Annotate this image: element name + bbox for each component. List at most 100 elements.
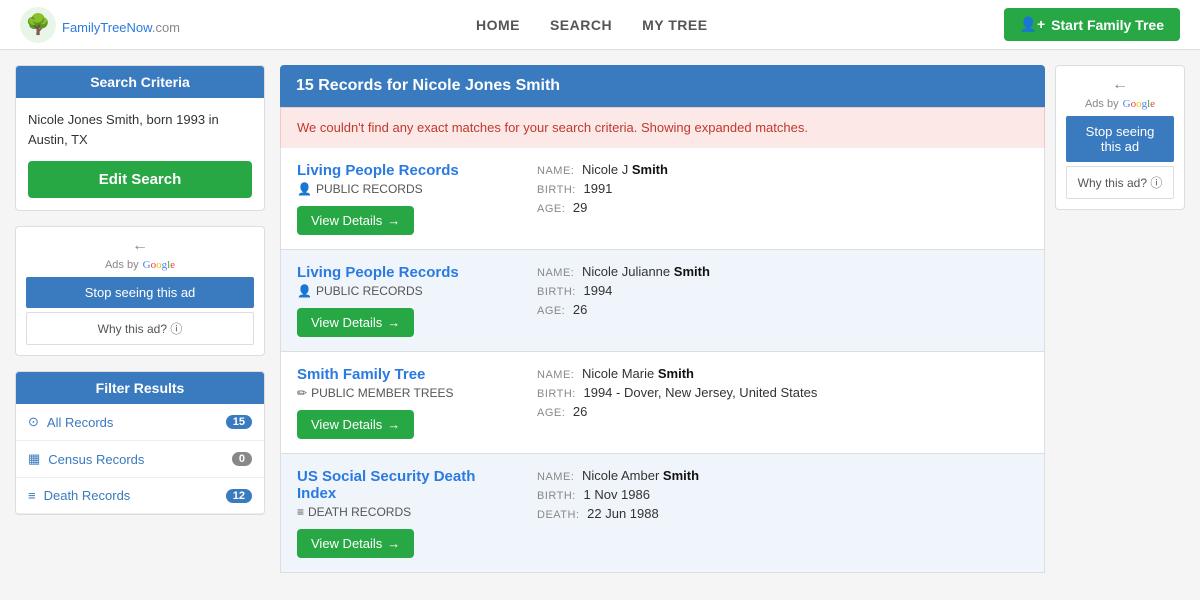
search-criteria-box: Search Criteria Nicole Jones Smith, born… [15, 65, 265, 211]
filter-results-box: Filter Results ⊙ All Records 15 ▦ Census… [15, 371, 265, 515]
result-left-2: Living People Records 👤 PUBLIC RECORDS V… [297, 264, 517, 337]
header: 🌳 FamilyTreeNow.com HOME SEARCH MY TREE … [0, 0, 1200, 50]
view-details-button-2[interactable]: View Details → [297, 308, 414, 337]
right-why-ad-button[interactable]: Why this ad? ⓘ [1066, 166, 1174, 199]
result-card-1: Living People Records 👤 PUBLIC RECORDS V… [280, 148, 1045, 250]
left-ads-back-arrow[interactable]: ← [26, 237, 254, 255]
name-label-4: NAME: [537, 471, 574, 483]
right-stop-ad-button[interactable]: Stop seeing this ad [1066, 116, 1174, 162]
main-nav: HOME SEARCH MY TREE [476, 17, 708, 33]
arrow-icon-2: → [387, 315, 400, 330]
result-right-4: NAME: Nicole Amber Smith BIRTH: 1 Nov 19… [517, 468, 1028, 558]
left-why-ad-button[interactable]: Why this ad? ⓘ [26, 312, 254, 345]
center-results: 15 Records for Nicole Jones Smith We cou… [280, 65, 1045, 573]
record-sub-icon-2: 👤 [297, 284, 312, 298]
main-layout: Search Criteria Nicole Jones Smith, born… [0, 50, 1200, 588]
death-records-count: 12 [226, 489, 252, 503]
arrow-icon-4: → [387, 536, 400, 551]
record-sub-3: ✏ PUBLIC MEMBER TREES [297, 386, 517, 400]
name-row-1: NAME: Nicole J Smith [537, 162, 1028, 177]
all-records-icon: ⊙ [28, 414, 39, 430]
arrow-icon-1: → [387, 213, 400, 228]
name-row-2: NAME: Nicole Julianne Smith [537, 264, 1028, 279]
name-label-3: NAME: [537, 369, 574, 381]
record-type-link-4[interactable]: US Social Security Death Index [297, 468, 475, 502]
death-records-label: Death Records [44, 488, 131, 503]
search-criteria-header: Search Criteria [16, 66, 264, 98]
age-row-2: AGE: 26 [537, 302, 1028, 317]
death-label-4: DEATH: [537, 509, 580, 521]
edit-search-button[interactable]: Edit Search [28, 161, 252, 198]
no-exact-match-notice: We couldn't find any exact matches for y… [280, 107, 1045, 148]
census-records-label: Census Records [48, 452, 144, 467]
birth-label-4: BIRTH: [537, 490, 576, 502]
nav-search[interactable]: SEARCH [550, 17, 612, 33]
filter-census-records[interactable]: ▦ Census Records 0 [16, 441, 264, 478]
results-header: 15 Records for Nicole Jones Smith [280, 65, 1045, 107]
nav-home[interactable]: HOME [476, 17, 520, 33]
name-label-1: NAME: [537, 165, 574, 177]
birth-label-1: BIRTH: [537, 184, 576, 196]
birth-row-3: BIRTH: 1994 - Dover, New Jersey, United … [537, 385, 1028, 400]
logo-area: 🌳 FamilyTreeNow.com [20, 7, 180, 43]
view-details-button-3[interactable]: View Details → [297, 410, 414, 439]
view-details-button-1[interactable]: View Details → [297, 206, 414, 235]
result-card-4: US Social Security Death Index ≡ DEATH R… [280, 454, 1045, 573]
record-type-link-1[interactable]: Living People Records [297, 162, 459, 179]
name-row-4: NAME: Nicole Amber Smith [537, 468, 1028, 483]
record-sub-icon-1: 👤 [297, 182, 312, 196]
view-details-button-4[interactable]: View Details → [297, 529, 414, 558]
filter-results-header: Filter Results [16, 372, 264, 404]
search-criteria-content: Nicole Jones Smith, born 1993 in Austin,… [16, 98, 264, 210]
record-sub-1: 👤 PUBLIC RECORDS [297, 182, 517, 196]
result-left-3: Smith Family Tree ✏ PUBLIC MEMBER TREES … [297, 366, 517, 439]
all-records-label: All Records [47, 415, 113, 430]
start-family-tree-button[interactable]: 👤+ Start Family Tree [1004, 8, 1180, 41]
record-sub-label-3: PUBLIC MEMBER TREES [311, 386, 453, 400]
result-card-2: Living People Records 👤 PUBLIC RECORDS V… [280, 250, 1045, 352]
result-left-1: Living People Records 👤 PUBLIC RECORDS V… [297, 162, 517, 235]
right-ads-label: Ads by Google [1066, 98, 1174, 110]
age-label-3: AGE: [537, 407, 565, 419]
census-records-count: 0 [232, 452, 252, 466]
right-ads-back-arrow[interactable]: ← [1066, 76, 1174, 94]
left-ads-label: Ads by Google [26, 259, 254, 271]
logo-text: FamilyTreeNow.com [62, 12, 180, 38]
arrow-icon-3: → [387, 417, 400, 432]
record-type-link-2[interactable]: Living People Records [297, 264, 459, 281]
result-right-1: NAME: Nicole J Smith BIRTH: 1991 AGE: 29 [517, 162, 1028, 235]
birth-label-3: BIRTH: [537, 388, 576, 400]
record-sub-label-2: PUBLIC RECORDS [316, 284, 423, 298]
record-sub-label-1: PUBLIC RECORDS [316, 182, 423, 196]
age-row-3: AGE: 26 [537, 404, 1028, 419]
right-sidebar: ← Ads by Google Stop seeing this ad Why … [1055, 65, 1185, 573]
name-label-2: NAME: [537, 267, 574, 279]
death-records-icon: ≡ [28, 488, 36, 503]
result-card-3: Smith Family Tree ✏ PUBLIC MEMBER TREES … [280, 352, 1045, 454]
left-ads-box: ← Ads by Google Stop seeing this ad Why … [15, 226, 265, 356]
result-left-4: US Social Security Death Index ≡ DEATH R… [297, 468, 517, 558]
right-ads-box: ← Ads by Google Stop seeing this ad Why … [1055, 65, 1185, 210]
census-records-icon: ▦ [28, 451, 40, 467]
person-add-icon: 👤+ [1020, 16, 1046, 33]
age-label-2: AGE: [537, 305, 565, 317]
birth-label-2: BIRTH: [537, 286, 576, 298]
criteria-text: Nicole Jones Smith, born 1993 in Austin,… [28, 110, 252, 149]
record-sub-icon-3: ✏ [297, 386, 307, 400]
logo-icon: 🌳 [20, 7, 56, 43]
birth-row-1: BIRTH: 1991 [537, 181, 1028, 196]
record-sub-icon-4: ≡ [297, 505, 304, 519]
record-type-link-3[interactable]: Smith Family Tree [297, 366, 425, 383]
death-row-4: DEATH: 22 Jun 1988 [537, 506, 1028, 521]
left-stop-ad-button[interactable]: Stop seeing this ad [26, 277, 254, 308]
filter-all-records[interactable]: ⊙ All Records 15 [16, 404, 264, 441]
svg-text:🌳: 🌳 [26, 12, 51, 36]
name-row-3: NAME: Nicole Marie Smith [537, 366, 1028, 381]
filter-death-records[interactable]: ≡ Death Records 12 [16, 478, 264, 514]
nav-mytree[interactable]: MY TREE [642, 17, 707, 33]
result-right-3: NAME: Nicole Marie Smith BIRTH: 1994 - D… [517, 366, 1028, 439]
record-sub-2: 👤 PUBLIC RECORDS [297, 284, 517, 298]
left-sidebar: Search Criteria Nicole Jones Smith, born… [15, 65, 265, 573]
age-row-1: AGE: 29 [537, 200, 1028, 215]
result-right-2: NAME: Nicole Julianne Smith BIRTH: 1994 … [517, 264, 1028, 337]
